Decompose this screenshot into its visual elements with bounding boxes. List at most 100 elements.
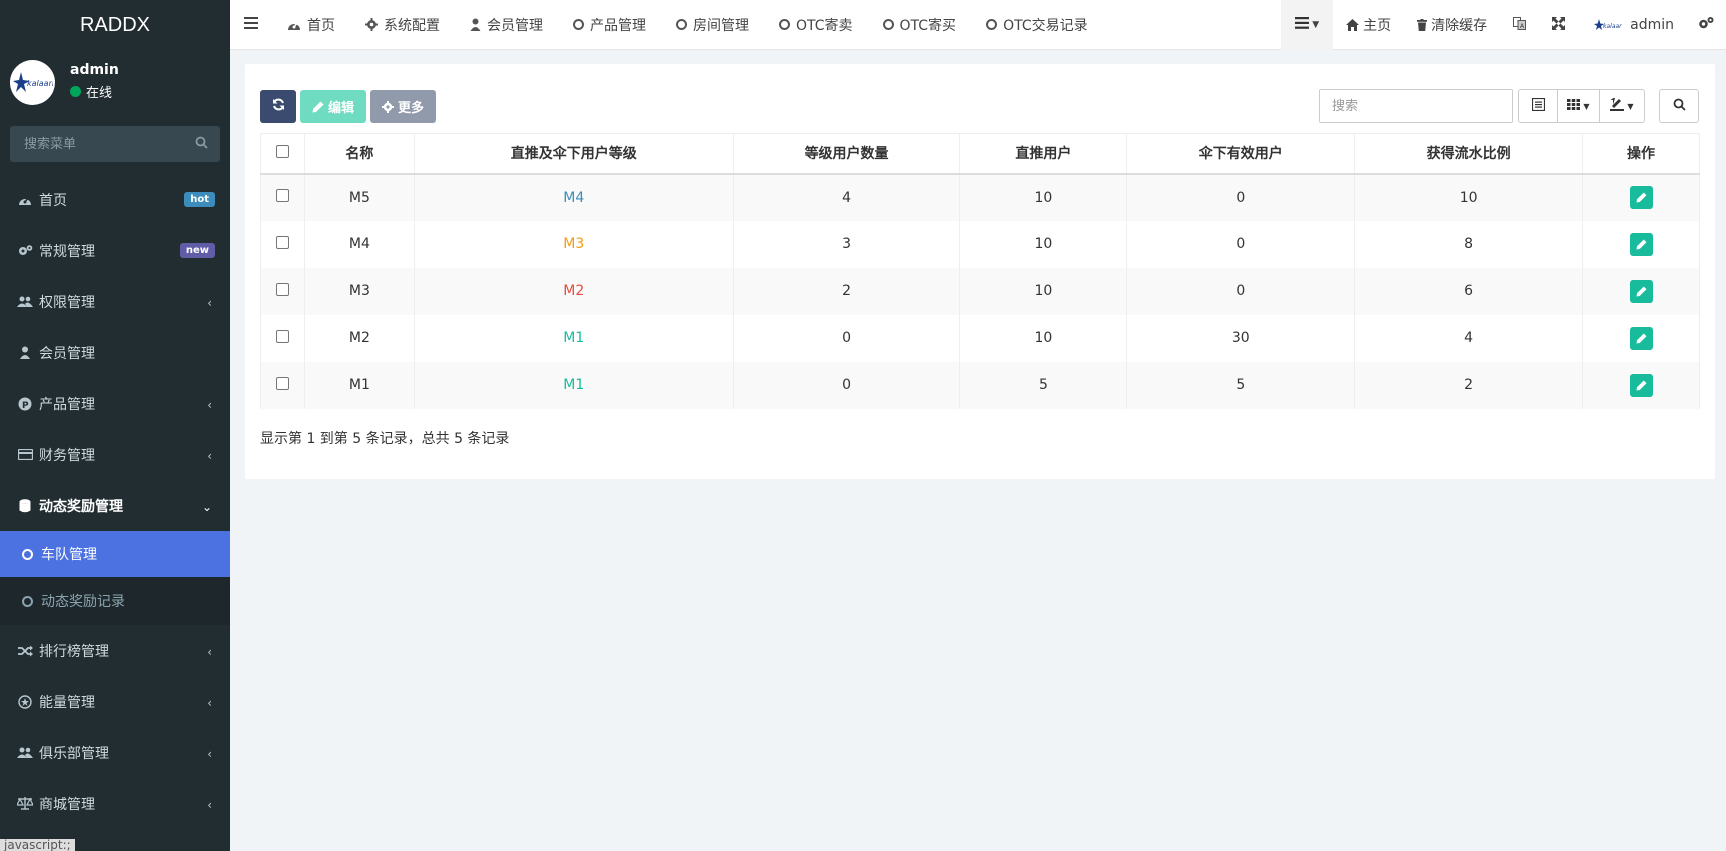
toggle-view-button[interactable] <box>1518 89 1558 123</box>
chevron-left-icon: ‹ <box>207 747 212 761</box>
sidebar-item-permissions[interactable]: 权限管理 ‹ <box>0 276 230 327</box>
sidebar-item-ranking[interactable]: 排行榜管理 ‹ <box>0 625 230 676</box>
tab-label: 系统配置 <box>384 17 440 34</box>
edit-label: 编辑 <box>328 101 355 116</box>
sidebar-item-members[interactable]: 会员管理 <box>0 327 230 378</box>
table-search-input[interactable] <box>1320 90 1512 122</box>
cell-count: 2 <box>732 267 961 315</box>
cell-ratio: 8 <box>1354 220 1584 268</box>
level-tag: M1 <box>563 377 585 393</box>
row-edit-button[interactable] <box>1629 326 1653 350</box>
settings-button[interactable] <box>1690 0 1726 50</box>
sidebar-subitem-label: 车队管理 <box>41 547 97 563</box>
level-tag: M1 <box>563 330 585 346</box>
sidebar-item-general[interactable]: 常规管理 new <box>0 225 230 276</box>
tab-products[interactable]: 产品管理 <box>558 0 661 50</box>
cogs-icon <box>1698 16 1714 34</box>
circle-icon <box>22 548 33 560</box>
edit-button[interactable]: 编辑 <box>300 90 367 123</box>
sidebar-toggle-button[interactable] <box>230 0 272 50</box>
cell-ratio: 4 <box>1354 314 1584 362</box>
row-checkbox[interactable] <box>275 235 289 249</box>
refresh-button[interactable] <box>260 90 296 123</box>
pencil-icon <box>1636 239 1646 249</box>
table-row[interactable]: M1 M1 0 5 5 2 <box>260 361 1700 409</box>
sidebar-item-home[interactable]: 首页 hot <box>0 174 230 225</box>
column-header[interactable]: 获得流水比例 <box>1354 133 1584 175</box>
sidebar-item-finance[interactable]: 财务管理 ‹ <box>0 429 230 480</box>
tab-members[interactable]: 会员管理 <box>455 0 558 50</box>
search-button[interactable] <box>1659 89 1699 123</box>
svg-text:P: P <box>22 401 29 411</box>
row-checkbox[interactable] <box>275 189 289 202</box>
fullscreen-icon <box>1552 16 1566 34</box>
sidebar-item-energy[interactable]: 能量管理 ‹ <box>0 676 230 727</box>
sidebar-item-club[interactable]: 俱乐部管理 ‹ <box>0 727 230 778</box>
column-header[interactable]: 名称 <box>303 133 415 175</box>
tab-system-config[interactable]: 系统配置 <box>350 0 455 50</box>
tab-label: OTC寄买 <box>899 17 957 34</box>
sidebar-item-label: 财务管理 <box>39 447 95 464</box>
row-edit-button[interactable] <box>1629 373 1653 397</box>
table-row[interactable]: M4 M3 3 10 0 8 <box>260 220 1700 268</box>
cell-level: M3 <box>413 220 734 268</box>
cell-umbrella: 5 <box>1126 361 1356 409</box>
level-tag: M4 <box>563 189 585 206</box>
cell-umbrella: 0 <box>1126 220 1356 268</box>
sidebar-item-mall[interactable]: 商城管理 ‹ <box>0 778 230 829</box>
chevron-left-icon: ‹ <box>207 798 212 812</box>
tab-otc-buy[interactable]: OTC寄买 <box>868 0 972 50</box>
cell-count: 0 <box>732 314 961 362</box>
cell-name: M1 <box>303 361 415 409</box>
column-header: 操作 <box>1582 133 1700 175</box>
clear-cache-button[interactable]: 清除缓存 <box>1404 0 1500 50</box>
cell-ratio: 10 <box>1354 173 1584 221</box>
user-menu[interactable]: kalaari admin <box>1578 0 1690 50</box>
sidebar-search-input[interactable] <box>10 126 220 162</box>
user-avatar-small: kalaari <box>1594 18 1622 32</box>
cell-name: M5 <box>303 173 415 221</box>
content-panel: 编辑 更多 ▼ ▼ 名称 直推及伞下用 <box>245 64 1715 479</box>
row-edit-button[interactable] <box>1629 186 1653 209</box>
row-edit-button[interactable] <box>1629 232 1653 256</box>
columns-dropdown-button[interactable]: ▼ <box>1557 89 1600 123</box>
sidebar-subitem-reward-records[interactable]: 动态奖励记录 <box>0 577 230 625</box>
tab-otc-sell[interactable]: OTC寄卖 <box>764 0 868 50</box>
row-select-cell <box>260 220 305 268</box>
tab-rooms[interactable]: 房间管理 <box>661 0 764 50</box>
cell-level: M1 <box>413 361 734 409</box>
language-button[interactable]: A <box>1500 0 1539 50</box>
more-button[interactable]: 更多 <box>370 90 437 123</box>
table-row[interactable]: M2 M1 0 10 30 4 <box>260 314 1700 362</box>
table-row[interactable]: M5 M4 4 10 0 10 <box>260 173 1700 221</box>
fullscreen-button[interactable] <box>1539 0 1578 50</box>
row-checkbox[interactable] <box>275 329 289 343</box>
column-header[interactable]: 直推及伞下用户等级 <box>413 133 734 175</box>
tab-list-dropdown[interactable]: ▼ <box>1281 0 1334 50</box>
column-header[interactable]: 伞下有效用户 <box>1126 133 1356 175</box>
balance-icon <box>17 796 33 812</box>
column-header[interactable]: 等级用户数量 <box>732 133 961 175</box>
column-header[interactable]: 直推用户 <box>959 133 1128 175</box>
tab-otc-records[interactable]: OTC交易记录 <box>971 0 1103 50</box>
row-edit-button[interactable] <box>1629 279 1653 303</box>
home-link[interactable]: 主页 <box>1333 0 1404 50</box>
credit-card-icon <box>17 447 33 463</box>
app-logo[interactable]: RADDX <box>0 0 230 50</box>
menu-icon <box>244 16 258 33</box>
cell-actions <box>1582 314 1700 362</box>
row-checkbox[interactable] <box>275 376 289 390</box>
table-row[interactable]: M3 M2 2 10 0 6 <box>260 267 1700 315</box>
sidebar-item-products[interactable]: P 产品管理 ‹ <box>0 378 230 429</box>
cell-name: M2 <box>303 314 415 362</box>
select-all-checkbox[interactable] <box>275 144 289 158</box>
row-select-cell <box>260 314 305 362</box>
row-checkbox[interactable] <box>275 282 289 296</box>
tab-home[interactable]: 首页 <box>272 0 350 50</box>
cell-level: M4 <box>413 173 734 221</box>
search-icon[interactable] <box>195 136 208 153</box>
sidebar-subitem-fleet[interactable]: 车队管理 <box>0 531 230 577</box>
sidebar-item-dynamic-rewards[interactable]: 动态奖励管理 ⌄ <box>0 480 230 531</box>
cell-actions <box>1582 173 1700 221</box>
export-dropdown-button[interactable]: ▼ <box>1599 89 1645 123</box>
